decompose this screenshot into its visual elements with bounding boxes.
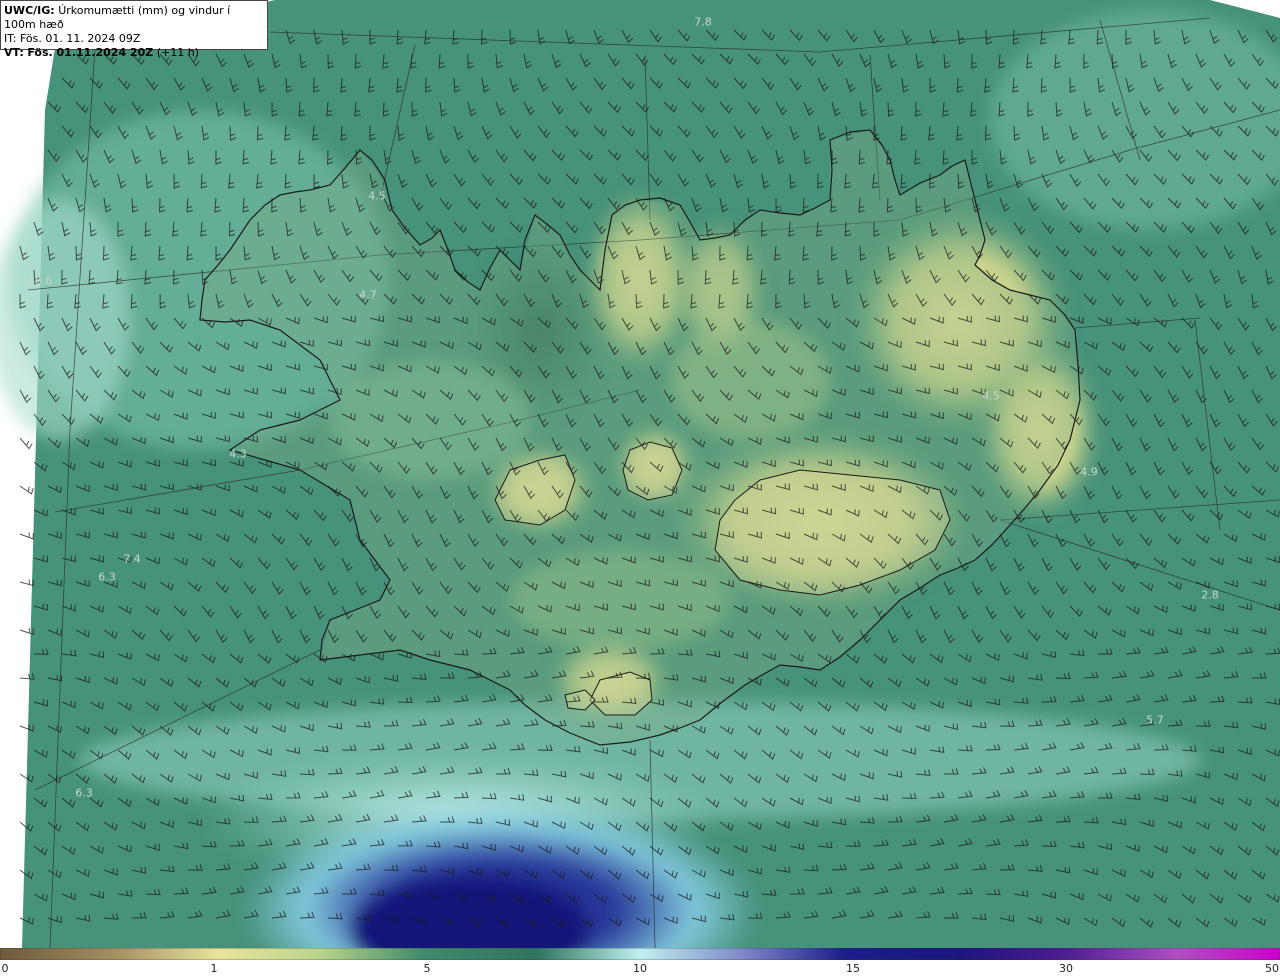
colorbar-ticks: 0 1 5 10 15 30 50 bbox=[0, 960, 1280, 978]
wind-barb bbox=[19, 437, 33, 450]
colorbar-tick: 10 bbox=[633, 962, 647, 975]
colorbar-tick: 30 bbox=[1059, 962, 1073, 975]
issue-time-line: IT: Fös. 01. 11. 2024 09Z bbox=[4, 32, 264, 46]
value-label: 4.5 bbox=[368, 189, 386, 203]
valid-prefix: VT: bbox=[4, 46, 24, 59]
issue-time: Fös. 01. 11. 2024 09Z bbox=[19, 32, 141, 45]
value-label: 7.4 bbox=[123, 552, 141, 566]
value-label: 4.5 bbox=[982, 389, 1000, 403]
value-label: 5.7 bbox=[1146, 713, 1164, 727]
map-panel: 7.8 4.5 10.6 4.7 4.3 7.4 6.3 4.5 4.9 2.8… bbox=[0, 0, 1280, 948]
value-label: 4.3 bbox=[229, 447, 247, 461]
value-label: 6.3 bbox=[98, 570, 116, 584]
lead-time: (+11 h) bbox=[156, 46, 199, 59]
wind-barb bbox=[19, 579, 35, 587]
colorbar-tick: 1 bbox=[210, 962, 218, 975]
colorbar-tick: 50 bbox=[1265, 962, 1279, 975]
value-label: 2.8 bbox=[1201, 588, 1219, 602]
valid-time-line: VT: Fös. 01.11.2024 20Z (+11 h) bbox=[4, 46, 264, 60]
colorbar-tick: 5 bbox=[423, 962, 431, 975]
valid-time: Fös. 01.11.2024 20Z bbox=[27, 46, 154, 59]
value-label: 7.8 bbox=[694, 15, 712, 29]
title-line: UWC/IG: Úrkomumætti (mm) og vindur í 100… bbox=[4, 4, 264, 32]
value-label: 4.7 bbox=[359, 288, 377, 302]
value-label: 6.3 bbox=[75, 786, 93, 800]
colorbar-tick: 15 bbox=[846, 962, 860, 975]
value-label: 10.6 bbox=[27, 274, 53, 288]
issue-prefix: IT: bbox=[4, 32, 17, 45]
map-info-box: UWC/IG: Úrkomumætti (mm) og vindur í 100… bbox=[0, 0, 268, 59]
colorbar-tick: 0 bbox=[1, 962, 9, 975]
model-name: UWC/IG: bbox=[4, 4, 55, 17]
wind-barb bbox=[19, 532, 34, 540]
value-label: 4.9 bbox=[1080, 465, 1098, 479]
colorbar bbox=[0, 948, 1280, 960]
wind-barb bbox=[19, 485, 34, 495]
